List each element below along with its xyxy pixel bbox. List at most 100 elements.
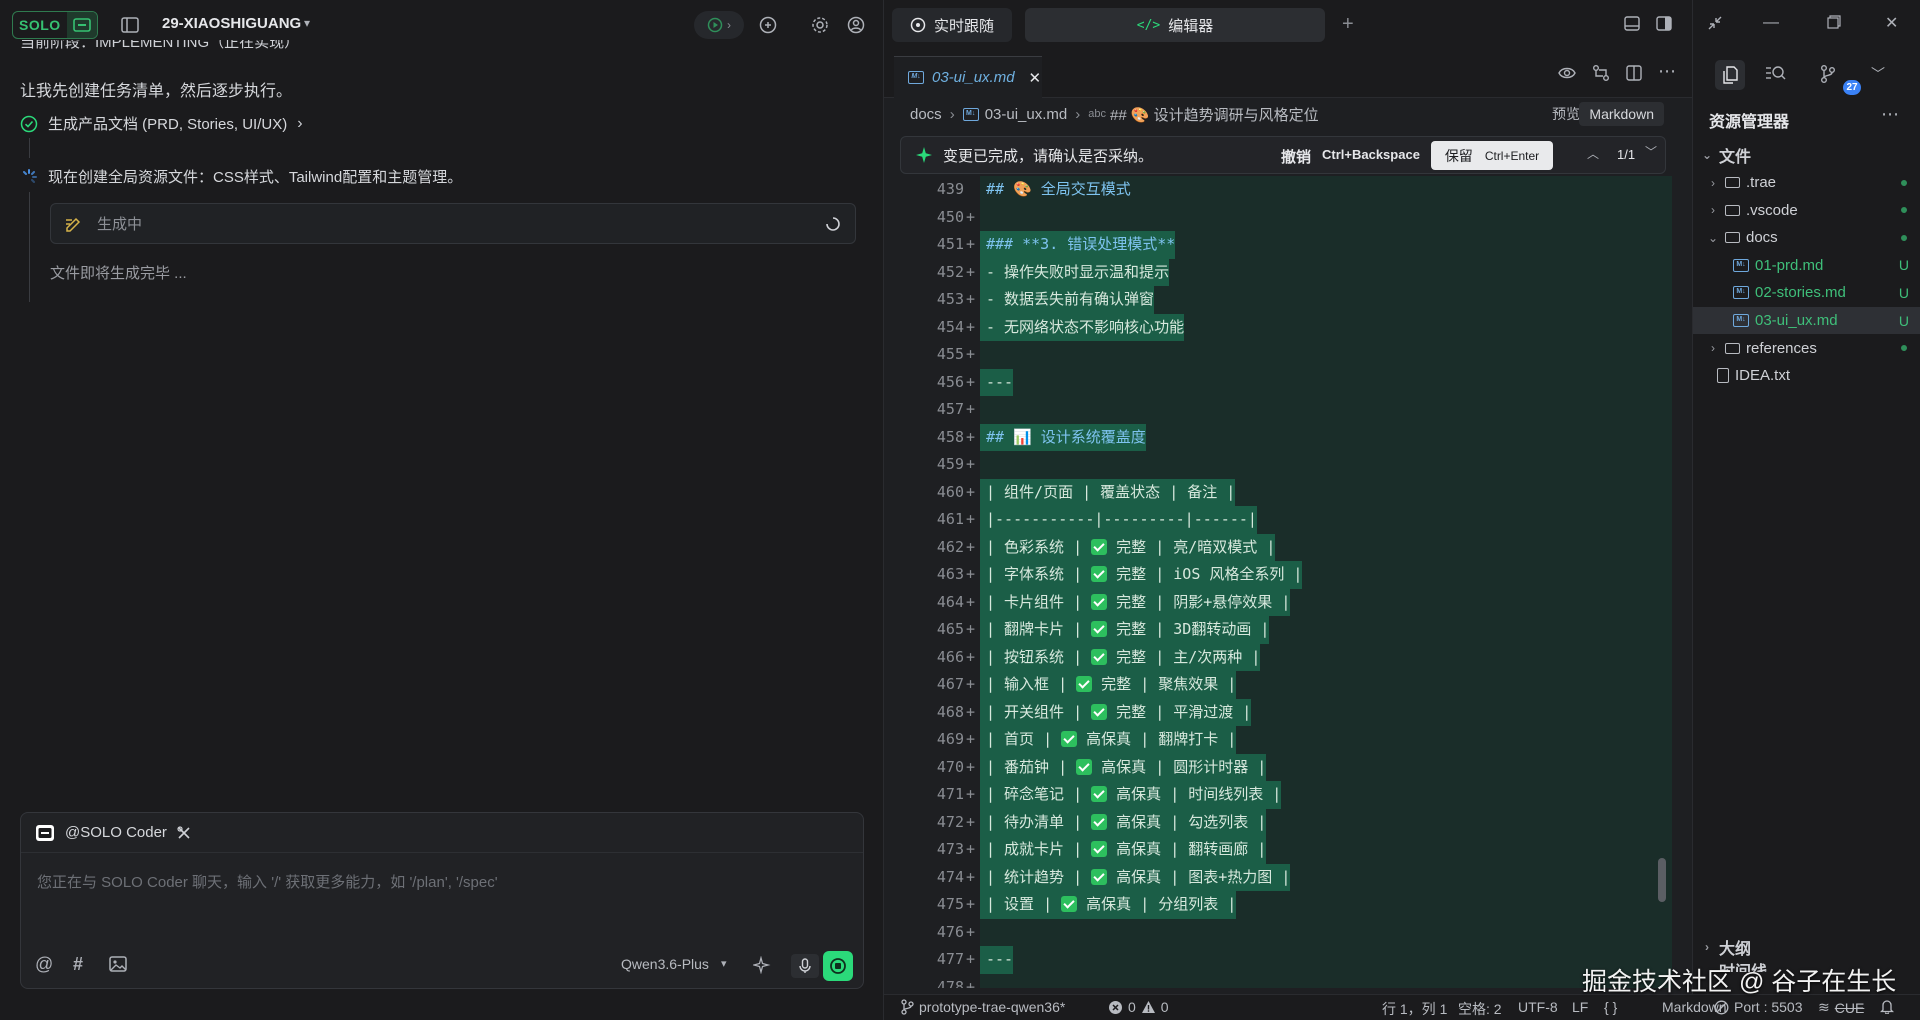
file-tab-active[interactable]: M↓ 03-ui_ux.md ✕ xyxy=(894,56,1042,98)
tree-item-03-ui-ux-md[interactable]: M↓ 03-ui_ux.md U xyxy=(1693,307,1920,334)
tree-item-idea-txt[interactable]: IDEA.txt xyxy=(1693,362,1920,389)
tree-item-references[interactable]: › references xyxy=(1693,335,1920,362)
code-line: | 输入框 | 完整 | 聚焦效果 | xyxy=(980,671,1237,699)
chat-history-icon[interactable] xyxy=(758,15,778,35)
problems-status[interactable]: 0 0 xyxy=(1108,999,1169,1015)
indentation[interactable]: 空格: 2 xyxy=(1458,999,1502,1019)
generating-file-card[interactable]: 生成中 xyxy=(50,203,856,244)
source-control-icon[interactable]: 27 xyxy=(1815,60,1861,95)
editor-tab[interactable]: </> 编辑器 xyxy=(1025,8,1325,42)
chevron-down-icon[interactable]: ▾ xyxy=(721,957,727,970)
panel-right-icon[interactable] xyxy=(1656,16,1672,31)
line-number: 461 xyxy=(936,510,964,528)
undo-button[interactable]: 撤销 xyxy=(1281,146,1311,167)
breadcrumb-section[interactable]: ## 🎨 设计趋势调研与风格定位 xyxy=(1110,104,1319,125)
send-stop-button[interactable] xyxy=(823,951,853,981)
chevron-right-icon: › xyxy=(1711,341,1715,356)
chevron-down-icon[interactable]: ﹀ xyxy=(1645,143,1657,160)
error-icon xyxy=(1109,1000,1122,1014)
line-number: 459 xyxy=(936,455,964,473)
follow-label: 实时跟随 xyxy=(933,17,994,35)
preview-link[interactable]: 预览 xyxy=(1552,104,1580,124)
sidebar-tabs: 27 ﹀ xyxy=(1693,50,1920,95)
breadcrumb-docs[interactable]: docs xyxy=(910,106,942,123)
chat-input[interactable]: 您正在与 SOLO Coder 聊天，输入 '/' 获取更多能力，如 '/pla… xyxy=(37,871,498,892)
model-select[interactable]: Qwen3.6-Plus xyxy=(621,956,709,972)
markdown-mode-button[interactable]: Markdown xyxy=(1579,102,1664,126)
undo-shortcut: Ctrl+Backspace xyxy=(1322,147,1420,162)
chevron-up-icon[interactable]: ︿ xyxy=(1587,145,1599,162)
sparkle-icon[interactable] xyxy=(753,956,771,974)
chevron-down-icon[interactable]: ﹀ xyxy=(1871,64,1885,84)
run-status-pill[interactable]: › xyxy=(694,11,744,39)
tree-item-label: 03-ui_ux.md xyxy=(1755,312,1838,329)
folder-icon xyxy=(1725,177,1740,188)
files-section-header[interactable]: ⌄ 文件 xyxy=(1693,141,1920,168)
restore-icon[interactable] xyxy=(1827,15,1841,29)
image-icon[interactable] xyxy=(109,956,127,972)
minimize-icon[interactable]: — xyxy=(1763,14,1779,32)
tree-item-docs[interactable]: ⌄ docs xyxy=(1693,224,1920,251)
code-editor[interactable]: 439 ## 🎨 全局交互模式 450 +451 + ### **3. 错误处理模式** 4… xyxy=(884,176,1692,988)
diff-plus-marker: + xyxy=(966,482,976,501)
window-controls: — ✕ xyxy=(1693,0,1920,50)
branch-status[interactable]: prototype-trae-qwen36* xyxy=(900,999,1065,1015)
account-icon[interactable] xyxy=(846,15,866,35)
more-icon[interactable]: ⋯ xyxy=(1658,61,1676,82)
scrollbar-thumb[interactable] xyxy=(1658,858,1666,902)
tree-item-01-prd-md[interactable]: M↓ 01-prd.md U xyxy=(1693,252,1920,279)
shrink-icon[interactable] xyxy=(1707,15,1723,31)
sidebar-toggle-icon[interactable] xyxy=(120,15,140,35)
braces-indicator[interactable]: { } xyxy=(1604,999,1617,1015)
line-number: 464 xyxy=(936,592,964,611)
window-close-icon[interactable]: ✕ xyxy=(1885,13,1898,33)
chevron-right-icon: › xyxy=(1705,939,1709,954)
breadcrumb-file[interactable]: 03-ui_ux.md xyxy=(985,106,1068,123)
live-server-port[interactable]: Port : 5503 xyxy=(1714,999,1803,1015)
tree-item-trae[interactable]: › .trae xyxy=(1693,169,1920,196)
cursor-position[interactable]: 行 1，列 1 xyxy=(1382,999,1447,1019)
agent-name[interactable]: @SOLO Coder xyxy=(65,824,167,841)
checkmark-icon xyxy=(1091,786,1108,802)
markdown-file-icon: M↓ xyxy=(1733,314,1749,327)
task-item-done[interactable]: 生成产品文档 (PRD, Stories, UI/UX) › xyxy=(20,113,303,134)
markdown-file-icon: M↓ xyxy=(1733,286,1749,300)
line-number: 476 xyxy=(936,922,964,941)
folder-open-icon xyxy=(1725,232,1740,244)
search-icon[interactable] xyxy=(1765,64,1787,82)
solo-logo[interactable]: SOLO xyxy=(12,11,98,39)
project-name[interactable]: 29-XIAOSHIGUANG xyxy=(162,15,301,32)
chevron-down-icon[interactable]: ▾ xyxy=(304,16,310,30)
code-line: | 统计趋势 | 高保真 | 图表+热力图 | xyxy=(980,863,1291,891)
diff-plus-marker: + xyxy=(966,785,976,803)
hash-icon[interactable]: # xyxy=(73,954,83,975)
close-icon[interactable]: ✕ xyxy=(1029,69,1042,87)
encoding[interactable]: UTF-8 xyxy=(1518,999,1558,1015)
wifi-off-icon: ≋ xyxy=(1818,999,1830,1015)
chevron-right-icon: › xyxy=(297,114,303,132)
tree-item-02-stories-md[interactable]: M↓ 02-stories.md U xyxy=(1693,279,1920,306)
gear-icon[interactable] xyxy=(810,15,830,35)
eye-icon[interactable] xyxy=(1558,66,1576,80)
outline-section[interactable]: › 大纲 xyxy=(1693,933,1920,960)
split-editor-icon[interactable] xyxy=(1626,65,1642,81)
files-icon[interactable] xyxy=(1715,60,1745,90)
panel-bottom-icon[interactable] xyxy=(1624,16,1640,31)
line-number: 450 xyxy=(936,207,964,226)
block-icon xyxy=(1714,1000,1729,1014)
port-label: Port : 5503 xyxy=(1734,999,1803,1015)
plus-icon[interactable]: + xyxy=(1342,13,1354,36)
git-compare-icon[interactable] xyxy=(1592,64,1610,82)
bell-icon[interactable] xyxy=(1880,999,1894,1014)
keep-button[interactable]: 保留 Ctrl+Enter xyxy=(1431,141,1553,170)
more-icon[interactable]: ⋯ xyxy=(1881,104,1899,125)
follow-tab[interactable]: 实时跟随 xyxy=(892,8,1012,42)
timeline-line xyxy=(29,138,30,158)
line-ending[interactable]: LF xyxy=(1572,999,1588,1015)
microphone-icon[interactable] xyxy=(791,954,819,978)
diff-plus-marker: + xyxy=(966,207,976,226)
cue-status[interactable]: ≋ CUE xyxy=(1818,999,1864,1016)
tools-icon[interactable] xyxy=(177,825,191,840)
tree-item-vscode[interactable]: › .vscode xyxy=(1693,197,1920,224)
mention-icon[interactable]: @ xyxy=(35,954,53,975)
